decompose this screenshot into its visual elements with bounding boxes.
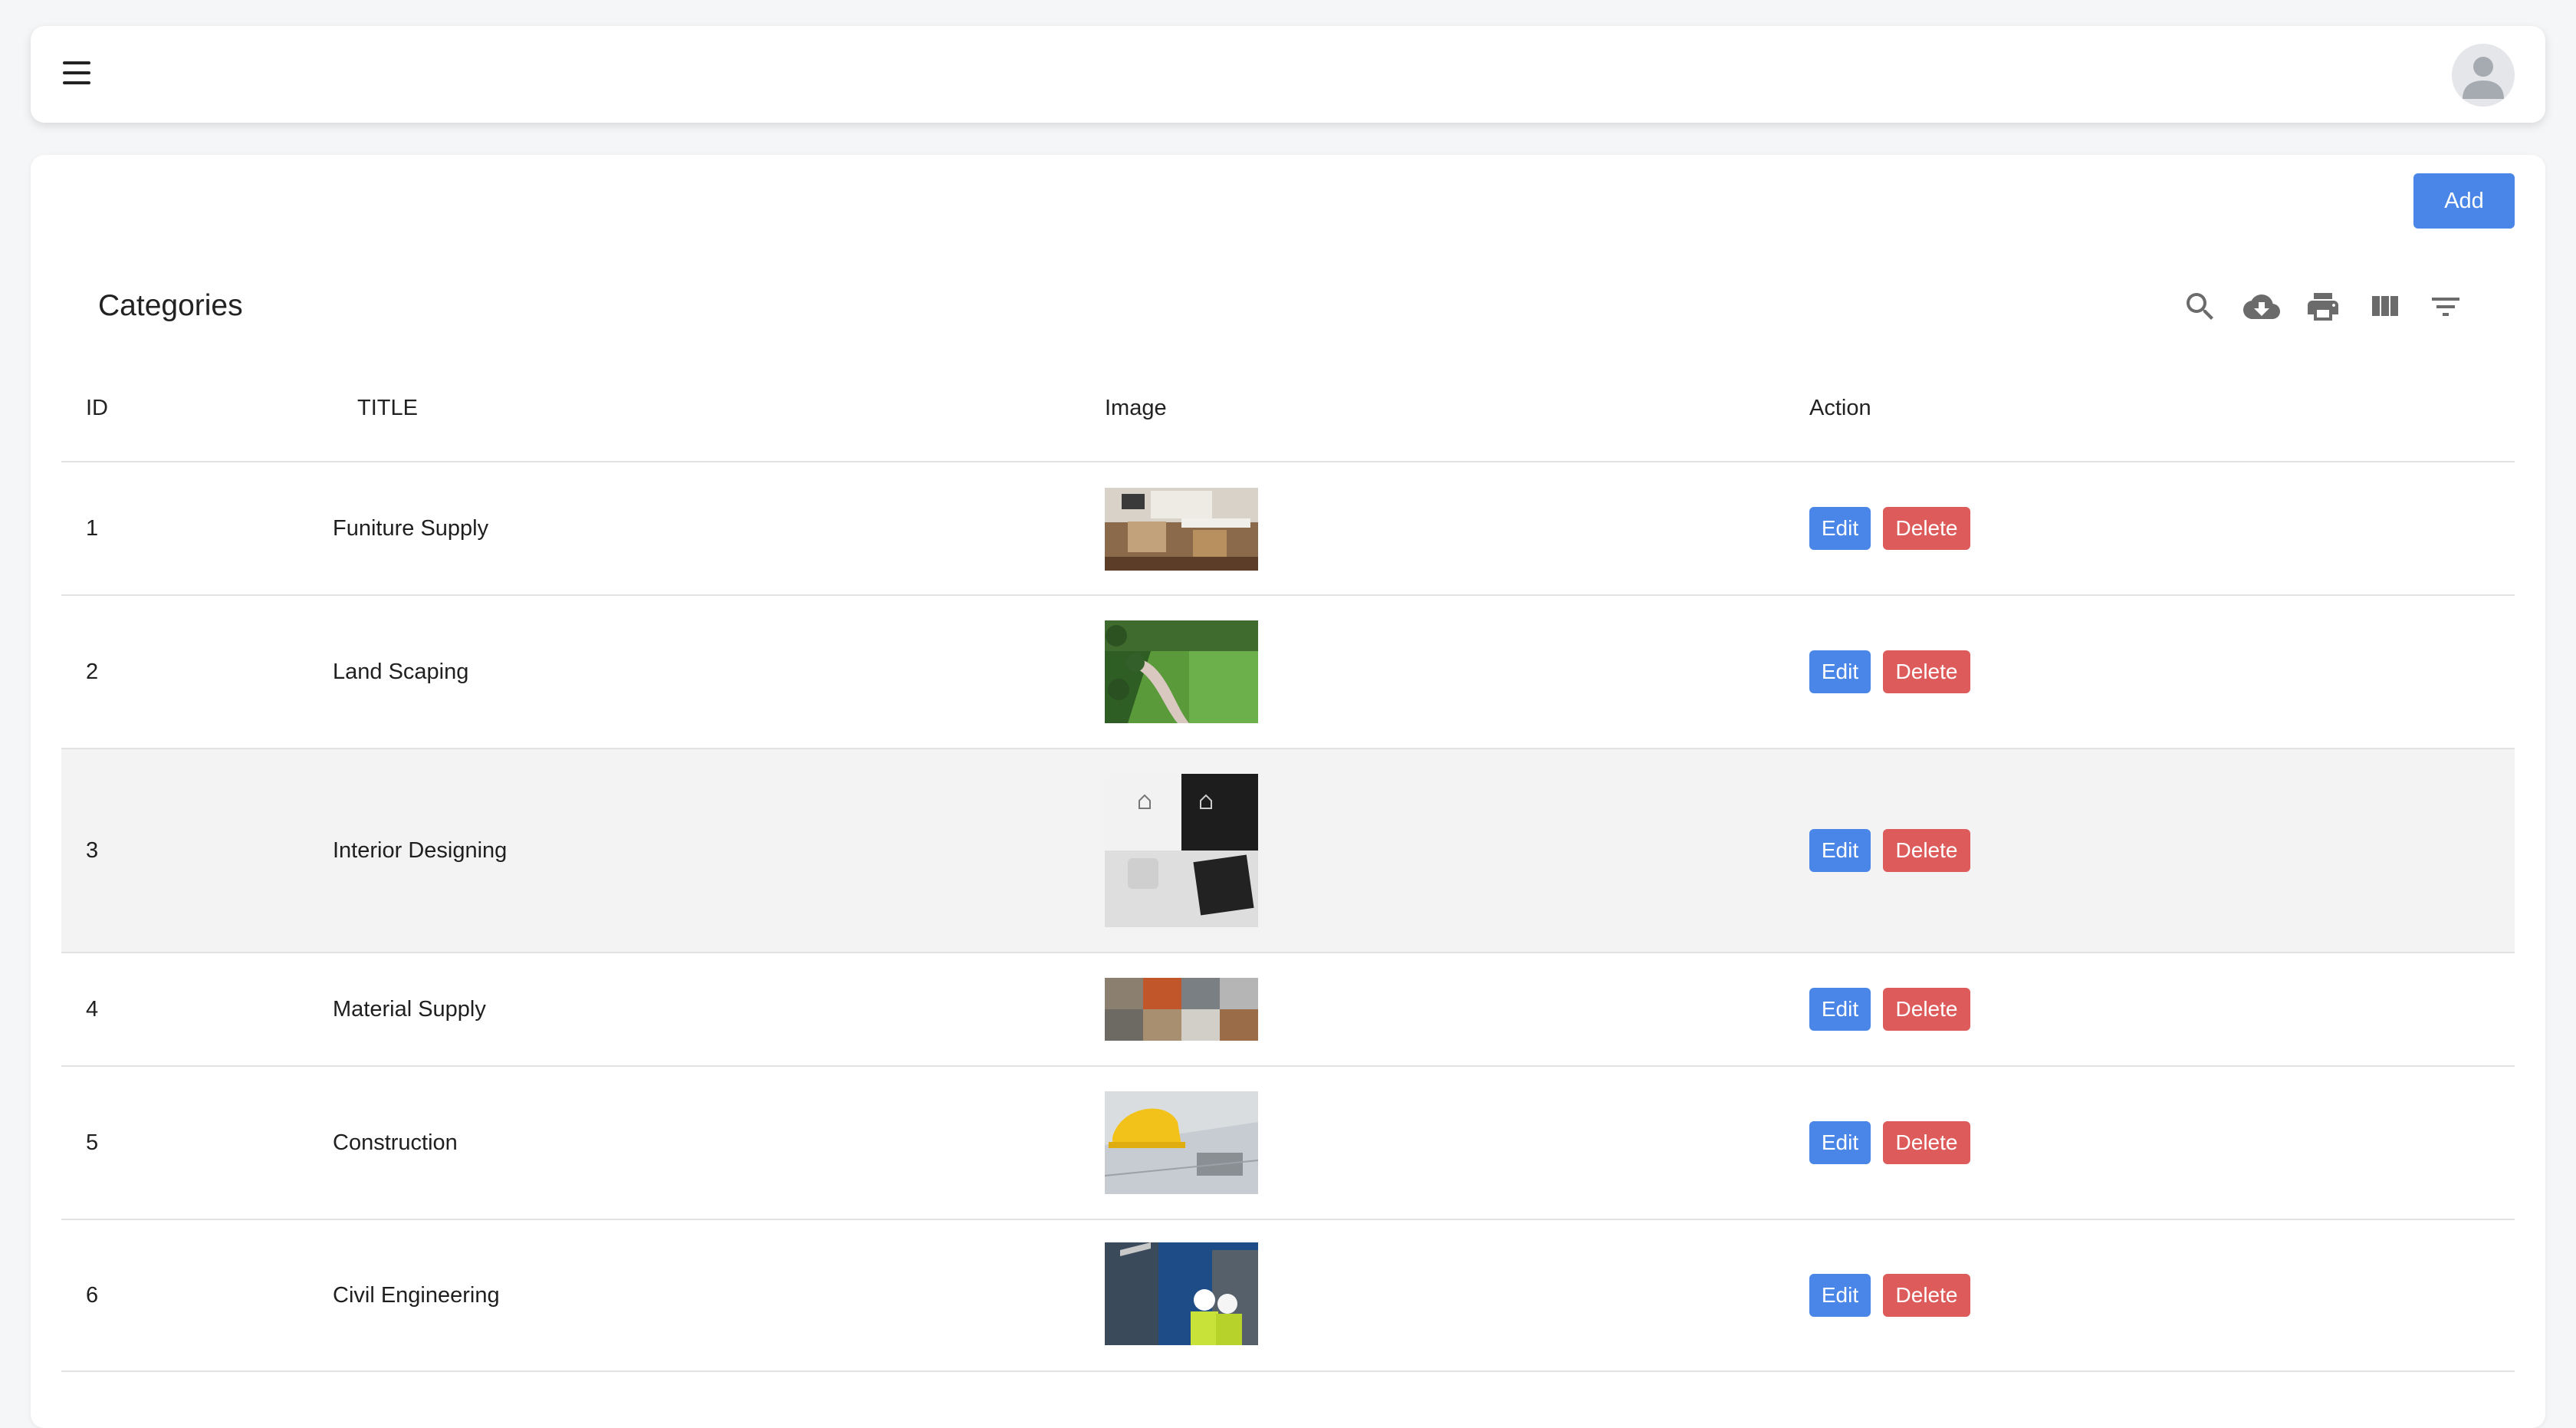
row-id: 3 [86,838,99,863]
table-row: 1 Funiture Supply Edit Delete [61,462,2515,594]
table-row: 2 Land Scaping Edit Delete [61,596,2515,748]
row-title: Funiture Supply [333,516,489,541]
delete-button[interactable]: Delete [1883,1121,1970,1164]
row-title: Interior Designing [333,838,508,863]
column-header-action: Action [1809,396,1871,420]
row-id: 4 [86,997,99,1022]
row-title: Land Scaping [333,660,469,684]
category-image [1105,488,1258,571]
add-button[interactable]: Add [2413,173,2515,229]
table-row: 3 Interior Designing Edit Delete [61,749,2515,952]
print-icon[interactable] [2305,288,2341,325]
search-icon[interactable] [2182,288,2219,325]
row-id: 1 [86,516,99,541]
top-app-bar [31,26,2545,123]
edit-button[interactable]: Edit [1809,1121,1871,1164]
delete-button[interactable]: Delete [1883,1274,1970,1317]
row-title: Material Supply [333,997,486,1022]
filter-icon[interactable] [2427,288,2464,325]
delete-button[interactable]: Delete [1883,650,1970,693]
table-row: 5 Construction Edit Delete [61,1067,2515,1219]
delete-button[interactable]: Delete [1883,507,1970,550]
category-image [1105,1091,1258,1194]
row-title: Construction [333,1130,458,1155]
hamburger-menu-icon[interactable] [63,61,90,84]
user-avatar-icon[interactable] [2452,44,2515,107]
edit-button[interactable]: Edit [1809,1274,1871,1317]
delete-button[interactable]: Delete [1883,988,1970,1031]
table-row: 4 Material Supply Edit Delete [61,953,2515,1065]
category-image [1105,620,1258,723]
edit-button[interactable]: Edit [1809,988,1871,1031]
column-header-title[interactable]: TITLE [357,396,418,421]
view-columns-icon[interactable] [2366,288,2403,325]
category-image [1105,978,1258,1041]
edit-button[interactable]: Edit [1809,650,1871,693]
row-id: 2 [86,660,99,684]
column-header-id[interactable]: ID [86,396,108,421]
delete-button[interactable]: Delete [1883,829,1970,872]
category-image [1105,774,1258,927]
table-row: 6 Civil Engineering Edit Delete [61,1220,2515,1370]
category-image [1105,1242,1258,1345]
cloud-download-icon[interactable] [2243,288,2280,325]
row-divider [61,1370,2515,1372]
row-id: 6 [86,1283,99,1308]
column-header-image: Image [1105,396,1167,420]
edit-button[interactable]: Edit [1809,829,1871,872]
row-id: 5 [86,1130,99,1155]
row-title: Civil Engineering [333,1283,500,1308]
table-title: Categories [98,289,243,322]
edit-button[interactable]: Edit [1809,507,1871,550]
